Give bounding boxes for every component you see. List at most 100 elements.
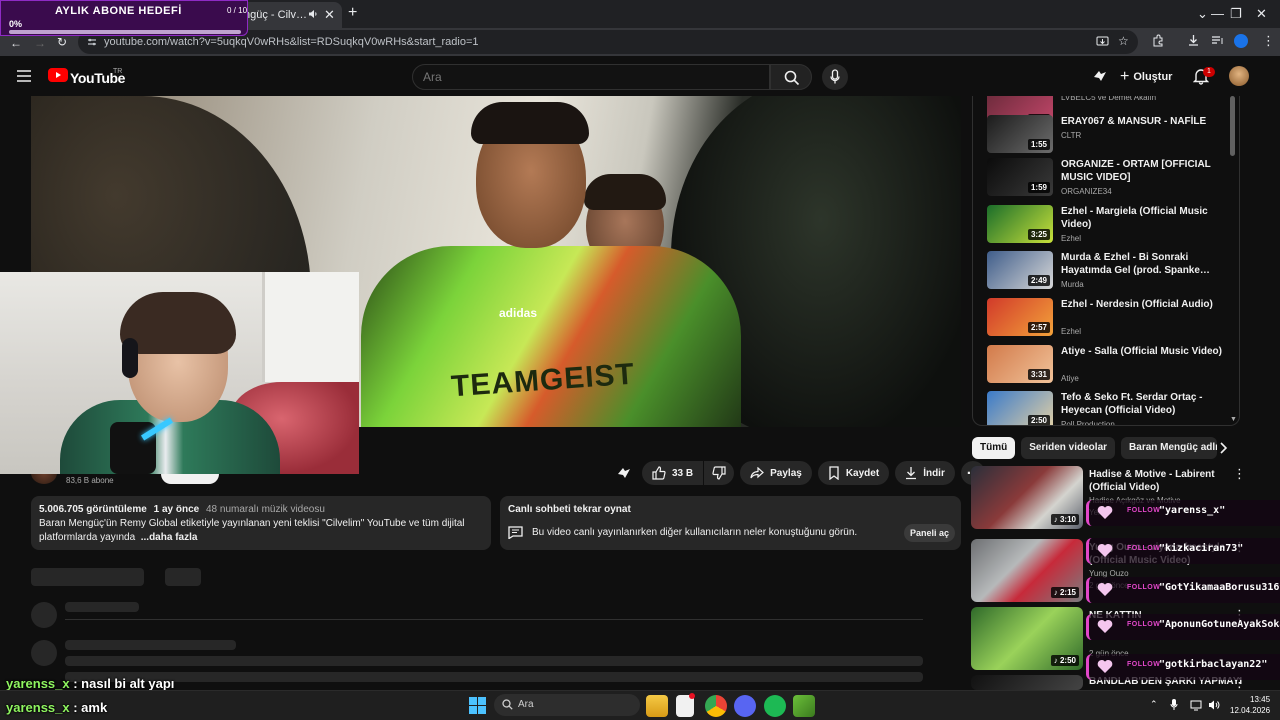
close-window-button[interactable]: ✕ bbox=[1256, 6, 1267, 22]
spotify-icon[interactable] bbox=[764, 695, 786, 717]
goal-title: AYLIK ABONE HEDEFİ bbox=[55, 5, 182, 17]
chevron-down-icon[interactable]: ⌄ bbox=[1197, 6, 1208, 22]
playlist-item[interactable]: 3:25 Ezhel - Margiela (Official Music Vi… bbox=[987, 205, 1237, 249]
share-button[interactable]: Paylaş bbox=[740, 461, 812, 485]
extensions-icon[interactable] bbox=[1151, 34, 1165, 48]
recommendation-thumbnail[interactable]: ♪ 3:10 bbox=[971, 466, 1083, 529]
playlist-thumbnail[interactable]: 3:31 bbox=[987, 345, 1053, 383]
menu-icon[interactable] bbox=[16, 69, 32, 83]
taskbar-search-text: Ara bbox=[518, 699, 534, 710]
create-button[interactable]: + Oluştur bbox=[1120, 66, 1172, 88]
site-info-icon[interactable] bbox=[87, 37, 97, 47]
more-vert-icon[interactable]: ⋮ bbox=[1233, 466, 1246, 482]
playlist-item[interactable]: 2:49 Murda & Ezhel - Bi Sonraki Hayatımd… bbox=[987, 251, 1237, 295]
forward-arrow-icon[interactable]: → bbox=[34, 36, 46, 50]
description-box[interactable]: 5.006.705 görüntüleme 1 ay önce 48 numar… bbox=[31, 496, 491, 550]
reload-icon[interactable]: ↻ bbox=[57, 35, 67, 49]
stream-chat-line: yarenss_x : amk bbox=[6, 700, 107, 715]
premium-sparkle-icon[interactable] bbox=[1092, 68, 1108, 84]
playlist-thumbnail[interactable]: 2:57 bbox=[987, 298, 1053, 336]
back-arrow-icon[interactable]: ← bbox=[10, 36, 22, 50]
chat-replay-title: Canlı sohbeti tekrar oynat bbox=[508, 504, 631, 515]
chip-channel[interactable]: Baran Mengüç adlı yü bbox=[1121, 437, 1218, 459]
download-icon[interactable] bbox=[1187, 34, 1200, 47]
duration-badge: 1:59 bbox=[1027, 182, 1050, 193]
premium-sparkle-icon[interactable] bbox=[612, 461, 636, 485]
playlist-item[interactable]: 3:31 Atiye - Salla (Official Music Video… bbox=[987, 345, 1237, 389]
save-button[interactable]: Kaydet bbox=[817, 461, 890, 485]
discord-icon[interactable] bbox=[734, 695, 756, 717]
recommendation-title[interactable]: Hadise & Motive - Labirent (Official Vid… bbox=[1089, 468, 1249, 494]
bookmark-star-icon[interactable]: ☆ bbox=[1118, 34, 1129, 48]
playlist-thumbnail[interactable]: 2:49 bbox=[987, 251, 1053, 289]
chip-series[interactable]: Seriden videolar bbox=[1021, 437, 1116, 459]
search-box[interactable] bbox=[412, 64, 770, 90]
voice-search-button[interactable] bbox=[822, 64, 848, 90]
playlist-item-title[interactable]: Atiye - Salla (Official Music Video) bbox=[1061, 345, 1231, 358]
new-tab-button[interactable]: + bbox=[348, 4, 357, 22]
speaker-icon[interactable] bbox=[308, 9, 318, 19]
playlist-item[interactable]: 1:55 ERAY067 & MANSUR - NAFİLE CLTR bbox=[987, 115, 1237, 159]
show-more-link[interactable]: ...daha fazla bbox=[141, 532, 198, 543]
taskbar-search[interactable]: Ara bbox=[494, 694, 640, 716]
clock-time: 13:45 bbox=[1250, 695, 1271, 704]
playlist-item-title[interactable]: Ezhel - Nerdesin (Official Audio) bbox=[1061, 298, 1231, 311]
minecraft-icon[interactable] bbox=[793, 695, 815, 717]
windows-start-icon[interactable] bbox=[469, 697, 486, 714]
recommendation-thumbnail[interactable] bbox=[971, 675, 1083, 690]
dislike-button[interactable] bbox=[704, 461, 735, 485]
recommendation-thumbnail[interactable]: ♪ 2:50 bbox=[971, 607, 1083, 670]
playlist-thumbnail[interactable]: 1:59 bbox=[987, 158, 1053, 196]
media-controls-icon[interactable] bbox=[1211, 34, 1224, 47]
minimize-button[interactable]: — bbox=[1211, 6, 1224, 21]
chevron-up-icon[interactable]: ⌃ bbox=[1150, 699, 1158, 710]
more-vert-icon[interactable]: ⋮ bbox=[1262, 33, 1275, 49]
playlist-item[interactable]: 2:50 Tefo & Seko Ft. Serdar Ortaç - Heye… bbox=[987, 391, 1237, 425]
microphone-icon[interactable] bbox=[1170, 698, 1178, 711]
playlist-scrollbar[interactable] bbox=[1230, 96, 1235, 156]
install-app-icon[interactable] bbox=[1096, 35, 1109, 48]
playlist-thumbnail[interactable]: 2:50 bbox=[987, 391, 1053, 425]
alert-message: "gotkirbaclayan22" bbox=[1159, 659, 1268, 670]
profile-icon[interactable] bbox=[1234, 34, 1248, 48]
playlist-item[interactable]: 2:57 Ezhel - Nerdesin (Official Audio) E… bbox=[987, 298, 1237, 342]
file-explorer-icon[interactable] bbox=[646, 695, 668, 717]
playlist-item-title[interactable]: ERAY067 & MANSUR - NAFİLE bbox=[1061, 115, 1231, 128]
search-icon bbox=[784, 70, 800, 86]
playlist-item-title[interactable]: ORGANIZE - ORTAM [OFFICIAL MUSIC VIDEO] bbox=[1061, 158, 1231, 184]
playlist-item-title[interactable]: Murda & Ezhel - Bi Sonraki Hayatımda Gel… bbox=[1061, 251, 1231, 277]
network-icon[interactable] bbox=[1190, 699, 1202, 711]
jersey-brand-text: adidas bbox=[499, 306, 538, 320]
like-button[interactable]: 33 B bbox=[642, 461, 704, 485]
heart-icon bbox=[1097, 582, 1113, 597]
search-button[interactable] bbox=[770, 64, 812, 90]
chevron-right-icon[interactable] bbox=[1218, 441, 1228, 455]
chip-all[interactable]: Tümü bbox=[972, 437, 1016, 459]
account-avatar[interactable] bbox=[1229, 66, 1249, 86]
playlist-thumbnail[interactable]: 3:25 bbox=[987, 205, 1053, 243]
volume-icon[interactable] bbox=[1208, 699, 1220, 711]
tab-close-icon[interactable]: ✕ bbox=[324, 7, 335, 23]
scroll-down-icon[interactable]: ▼ bbox=[1230, 416, 1237, 423]
playlist-item[interactable]: 1:59 ORGANIZE - ORTAM [OFFICIAL MUSIC VI… bbox=[987, 158, 1237, 202]
follow-alert: FOLLOW "yarenss_x" bbox=[1086, 500, 1280, 526]
filter-chips: Tümü Seriden videolar Baran Mengüç adlı … bbox=[972, 437, 1218, 459]
chrome-icon[interactable] bbox=[705, 695, 727, 717]
playlist-item-title[interactable]: Ezhel - Margiela (Official Music Video) bbox=[1061, 205, 1231, 231]
restore-button[interactable]: ❐ bbox=[1230, 6, 1242, 22]
open-panel-button[interactable]: Paneli aç bbox=[904, 524, 956, 542]
youtube-logo-icon[interactable] bbox=[48, 68, 68, 82]
recommendation-thumbnail[interactable]: ♪ 2:15 bbox=[971, 539, 1083, 602]
download-button[interactable]: İndir bbox=[895, 461, 955, 485]
playlist-item-title[interactable]: Tefo & Seko Ft. Serdar Ortaç - Heyecan (… bbox=[1061, 391, 1231, 417]
skeleton-block bbox=[31, 568, 144, 586]
playlist-thumbnail[interactable]: 1:55 bbox=[987, 115, 1053, 153]
divider bbox=[65, 619, 923, 620]
search-input[interactable] bbox=[423, 70, 753, 84]
save-label: Kaydet bbox=[845, 467, 880, 479]
chat-username: yarenss_x bbox=[6, 700, 70, 715]
browser-tab[interactable]: ngüç - Cilvelim ✕ bbox=[236, 2, 342, 28]
alert-label: FOLLOW bbox=[1127, 584, 1161, 591]
chat-replay-box: Canlı sohbeti tekrar oynat Bu video canl… bbox=[500, 496, 961, 550]
taskbar-clock[interactable]: 13:45 12.04.2026 bbox=[1230, 694, 1270, 716]
